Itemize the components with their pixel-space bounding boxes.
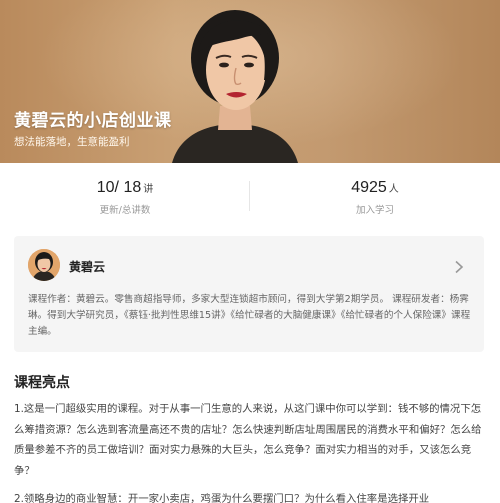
author-name: 黄碧云 xyxy=(69,260,106,274)
author-description: 课程作者：黄碧云。零售商超指导师，多家大型连锁超市顾问，得到大学第2期学员。 课… xyxy=(28,294,471,337)
learners-label: 加入学习 xyxy=(355,205,394,216)
learners-unit: 人 xyxy=(388,184,399,195)
lectures-stat: 10/ 18 讲 更新/总讲数 xyxy=(0,163,250,225)
course-title: 黄碧云的小店创业课 xyxy=(14,111,172,131)
avatar-image xyxy=(28,249,60,281)
lectures-count: 10/ 18 讲 xyxy=(0,179,250,197)
lectures-value: 10/ 18 xyxy=(96,179,142,196)
learners-stat: 4925 人 加入学习 xyxy=(250,163,500,225)
section-gap xyxy=(0,225,500,235)
chevron-right-icon[interactable] xyxy=(454,260,464,274)
learners-value: 4925 xyxy=(351,179,387,196)
lectures-label: 更新/总讲数 xyxy=(99,205,151,216)
lectures-unit: 讲 xyxy=(143,184,154,195)
author-card[interactable]: 黄碧云 课程作者：黄碧云。零售商超指导师，多家大型连锁超市顾问，得到大学第2期学… xyxy=(14,236,484,352)
course-subtitle: 想法能落地，生意能盈利 xyxy=(14,136,130,148)
highlight-paragraph: 1.这是一门超级实用的课程。对于从事一门生意的人来说，从这门课中你可以学到：钱不… xyxy=(14,403,482,477)
author-portrait-image xyxy=(172,10,298,163)
highlight-paragraph: 2.领略身边的商业智慧：开一家小卖店，鸡蛋为什么要摆门口？为什么看入住率是选择开… xyxy=(14,493,430,503)
author-avatar xyxy=(28,249,60,281)
course-stats: 10/ 18 讲 更新/总讲数 4925 人 加入学习 xyxy=(0,163,500,225)
learners-count: 4925 人 xyxy=(250,179,500,197)
course-hero-banner: 黄碧云的小店创业课 想法能落地，生意能盈利 xyxy=(0,0,500,163)
highlights-title: 课程亮点 xyxy=(14,375,70,391)
